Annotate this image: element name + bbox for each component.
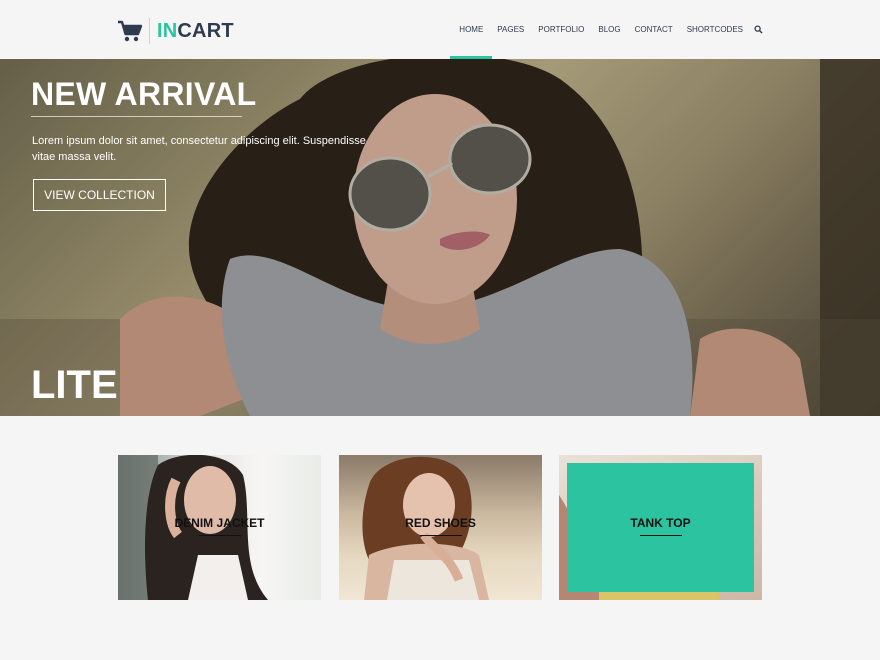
logo-divider <box>149 18 150 44</box>
logo-text: INCART <box>157 20 234 43</box>
nav-item-home[interactable]: HOME <box>450 0 493 59</box>
product-tile-denim-jacket[interactable]: DENIM JACKET <box>118 455 321 600</box>
view-collection-button[interactable]: VIEW COLLECTION <box>33 179 166 211</box>
product-tile-underline <box>198 535 241 536</box>
product-tile-label: DENIM JACKET <box>174 516 265 530</box>
site-header: INCART HOME PAGES PORTFOLIO BLOG CONTACT… <box>0 0 880 59</box>
product-tile-label: RED SHOES <box>405 516 476 530</box>
logo-text-accent: IN <box>157 19 178 42</box>
main-nav: HOME PAGES PORTFOLIO BLOG CONTACT SHORTC… <box>450 0 763 59</box>
search-icon[interactable] <box>754 25 763 34</box>
hero-title-underline <box>31 116 242 117</box>
product-tile-red-shoes[interactable]: RED SHOES <box>339 455 542 600</box>
nav-item-portfolio[interactable]: PORTFOLIO <box>538 0 584 59</box>
nav-item-blog[interactable]: BLOG <box>598 0 620 59</box>
nav-item-pages[interactable]: PAGES <box>497 0 524 59</box>
hero-description: Lorem ipsum dolor sit amet, consectetur … <box>32 135 366 163</box>
product-tile-tank-top[interactable]: TANK TOP <box>559 455 762 600</box>
hero-lite-tag: LITE <box>31 363 118 407</box>
product-tile-underline <box>419 535 462 536</box>
cart-icon <box>118 20 143 42</box>
hero-title: NEW ARRIVAL <box>31 76 257 112</box>
product-tile-underline <box>639 535 682 536</box>
hero-banner: NEW ARRIVAL Lorem ipsum dolor sit amet, … <box>0 59 880 416</box>
nav-item-contact[interactable]: CONTACT <box>635 0 673 59</box>
product-tile-label: TANK TOP <box>630 516 691 530</box>
logo[interactable]: INCART <box>117 17 234 45</box>
logo-text-rest: CART <box>177 19 234 42</box>
nav-item-shortcodes[interactable]: SHORTCODES <box>687 0 743 59</box>
